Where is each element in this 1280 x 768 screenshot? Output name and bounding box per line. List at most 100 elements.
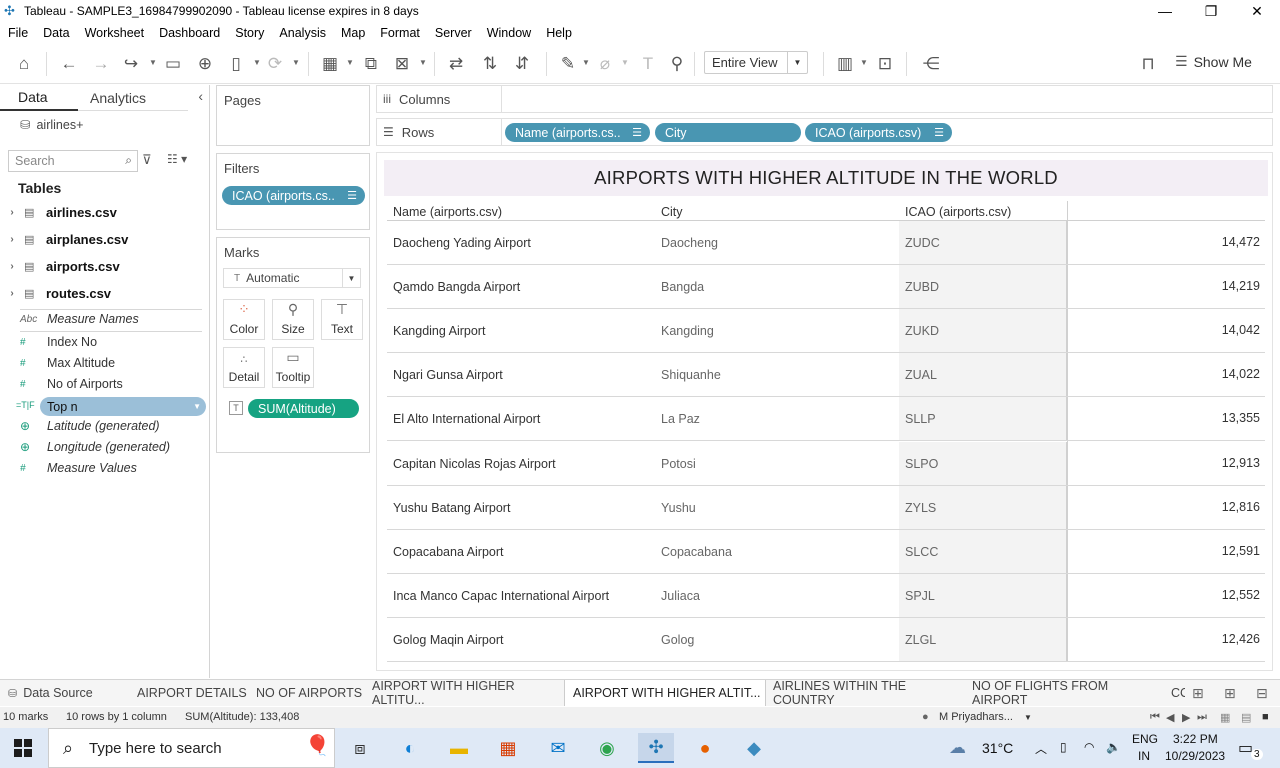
size-button[interactable]: ⚲ Size [272,299,314,340]
chevron-down-icon[interactable]: ▼ [582,58,590,67]
text-button[interactable]: ⊤ Text [321,299,363,340]
refresh-icon[interactable]: ⟳ [263,52,287,76]
clear-sheet-icon[interactable]: ⊠ [390,52,414,76]
tab-airport-details[interactable]: AIRPORT DETAILS [129,680,247,706]
chrome-icon[interactable]: ◉ [589,733,625,763]
table-item[interactable]: › ▤ airports.csv [0,255,208,277]
save-icon[interactable]: ▭ [161,52,185,76]
tab-airlines-within-country[interactable]: AIRLINES WITHIN THE COUNTRY [765,679,965,707]
field-index-no[interactable]: # Index No [0,332,208,352]
swap-rows-columns-icon[interactable]: ⇄ [444,52,468,76]
fit-dropdown[interactable]: Entire View ▼ [704,51,808,74]
user-name[interactable]: M Priyadhars... [939,711,1013,723]
filters-card[interactable]: Filters ICAO (airports.cs.. ☰ [216,153,370,230]
file-explorer-icon[interactable]: ▬ [441,733,477,763]
pause-updates-icon[interactable]: ▯ [224,52,248,76]
table-item[interactable]: › ▤ airlines.csv [0,201,208,223]
edge-icon[interactable]: ◐ [392,733,428,763]
menu-map[interactable]: Map [341,26,365,40]
tab-truncated[interactable]: CC [1163,680,1185,706]
new-data-source-icon[interactable]: ⊕ [193,52,217,76]
header-icao[interactable]: ICAO (airports.csv) [905,205,1011,219]
rows-shelf[interactable]: ☰ Rows Name (airports.cs.. ☰ City ICAO (… [376,118,1273,146]
chevron-down-icon[interactable]: ▼ [860,58,868,67]
tableau-taskbar-icon[interactable]: ✣ [638,733,674,763]
store-icon[interactable]: ▦ [490,733,526,763]
collapse-pane-icon[interactable]: ‹ [198,88,203,104]
header-city[interactable]: City [661,205,683,219]
grid-view-icon[interactable]: ▦ [1220,711,1230,724]
tab-data-source[interactable]: ⛁ Data Source [0,680,128,706]
language-top[interactable]: ENG [1132,732,1158,746]
new-story-icon[interactable]: ⊟ [1256,685,1268,702]
app-icon[interactable]: ◆ [736,733,772,763]
table-row[interactable]: Qamdo Bangda Airport Bangda ZUBD 14,219 [387,265,1265,309]
task-view-icon[interactable]: ⧈ [342,733,378,763]
menu-analysis[interactable]: Analysis [279,26,326,40]
pages-card[interactable]: Pages [216,85,370,146]
chevron-down-icon[interactable]: ▼ [419,58,427,67]
volume-icon[interactable]: 🔈 [1106,740,1121,754]
table-row[interactable]: Yushu Batang Airport Yushu ZYLS 12,816 [387,486,1265,530]
field-measure-values[interactable]: # Measure Values [0,458,208,478]
table-row[interactable]: Copacabana Airport Copacabana SLCC 12,59… [387,530,1265,574]
prev-sheet-icon[interactable]: ◀ [1166,711,1174,724]
chevron-down-icon[interactable]: ▼ [346,58,354,67]
windows-start-icon[interactable] [14,739,32,757]
language-bottom[interactable]: IN [1138,749,1150,763]
show-cards-icon[interactable]: ▥ [833,52,857,76]
expand-icon[interactable]: › [0,207,24,218]
weather-temp[interactable]: 31°C [982,740,1013,756]
fix-axes-icon[interactable]: ⚲ [665,52,689,76]
filter-icon[interactable]: ⊽ [142,152,152,168]
menu-dashboard[interactable]: Dashboard [159,26,220,40]
filter-pill[interactable]: ICAO (airports.cs.. ☰ [222,186,365,205]
first-sheet-icon[interactable]: ⏮ [1150,711,1160,724]
mark-type-dropdown[interactable]: T Automatic ▼ [223,268,361,288]
chevron-down-icon[interactable]: ▼ [292,58,300,67]
undo-icon[interactable]: ← [57,52,81,76]
chevron-down-icon[interactable]: ▼ [621,58,629,67]
field-max-altitude[interactable]: # Max Altitude [0,353,208,373]
tray-chevron-icon[interactable]: ︿ [1035,740,1047,757]
new-worksheet-icon[interactable]: ▦ [318,52,342,76]
next-sheet-icon[interactable]: ▶ [1182,711,1190,724]
menu-data[interactable]: Data [43,26,69,40]
minimize-icon[interactable]: — [1142,0,1188,22]
menu-window[interactable]: Window [487,26,531,40]
detail-button[interactable]: ∴ Detail [223,347,265,388]
menu-help[interactable]: Help [546,26,572,40]
table-row[interactable]: Golog Maqin Airport Golog ZLGL 12,426 [387,618,1265,662]
tab-no-of-airports[interactable]: NO OF AIRPORTS [248,680,363,706]
share-icon[interactable]: ⋲ [919,52,943,76]
show-me-button[interactable]: ☰ Show Me [1175,53,1252,70]
new-worksheet-icon[interactable]: ⊞ [1192,685,1204,702]
data-source[interactable]: ⛁ airlines+ [20,117,83,133]
worksheet-view[interactable]: AIRPORTS WITH HIGHER ALTITUDE IN THE WOR… [376,152,1273,671]
rows-pill-city[interactable]: City [655,123,801,142]
tab-data[interactable]: Data [0,85,78,111]
table-row[interactable]: Capitan Nicolas Rojas Airport Potosi SLP… [387,442,1265,486]
rows-pill-icao[interactable]: ICAO (airports.csv) ☰ [805,123,952,142]
show-mark-labels-icon[interactable]: T [636,52,660,76]
highlight-icon[interactable]: ✎ [556,52,580,76]
table-row[interactable]: Kangding Airport Kangding ZUKD 14,042 [387,309,1265,353]
sort-ascending-icon[interactable]: ⇅ [478,52,502,76]
field-top-n-highlight[interactable]: Top n ▼ [40,397,206,416]
expand-icon[interactable]: › [0,234,24,245]
close-icon[interactable]: ✕ [1234,0,1280,22]
view-options-icon[interactable]: ☷ ▾ [167,152,187,166]
search-input[interactable]: Search ⌕ [8,150,138,172]
mail-icon[interactable]: ✉ [540,733,576,763]
tabs-view-icon[interactable]: ■ [1262,711,1269,723]
tab-airport-higher-altitude-active[interactable]: AIRPORT WITH HIGHER ALTIT... [564,680,766,706]
firefox-icon[interactable]: ● [687,733,723,763]
last-sheet-icon[interactable]: ⏭ [1197,711,1207,724]
table-item[interactable]: › ▤ routes.csv [0,282,208,304]
menu-file[interactable]: File [8,26,28,40]
restore-icon[interactable]: ❐ [1188,0,1234,22]
clock-time[interactable]: 3:22 PM [1173,732,1218,746]
sum-altitude-pill[interactable]: SUM(Altitude) [248,399,359,418]
chevron-down-icon[interactable]: ▼ [193,402,201,411]
expand-icon[interactable]: › [0,288,24,299]
